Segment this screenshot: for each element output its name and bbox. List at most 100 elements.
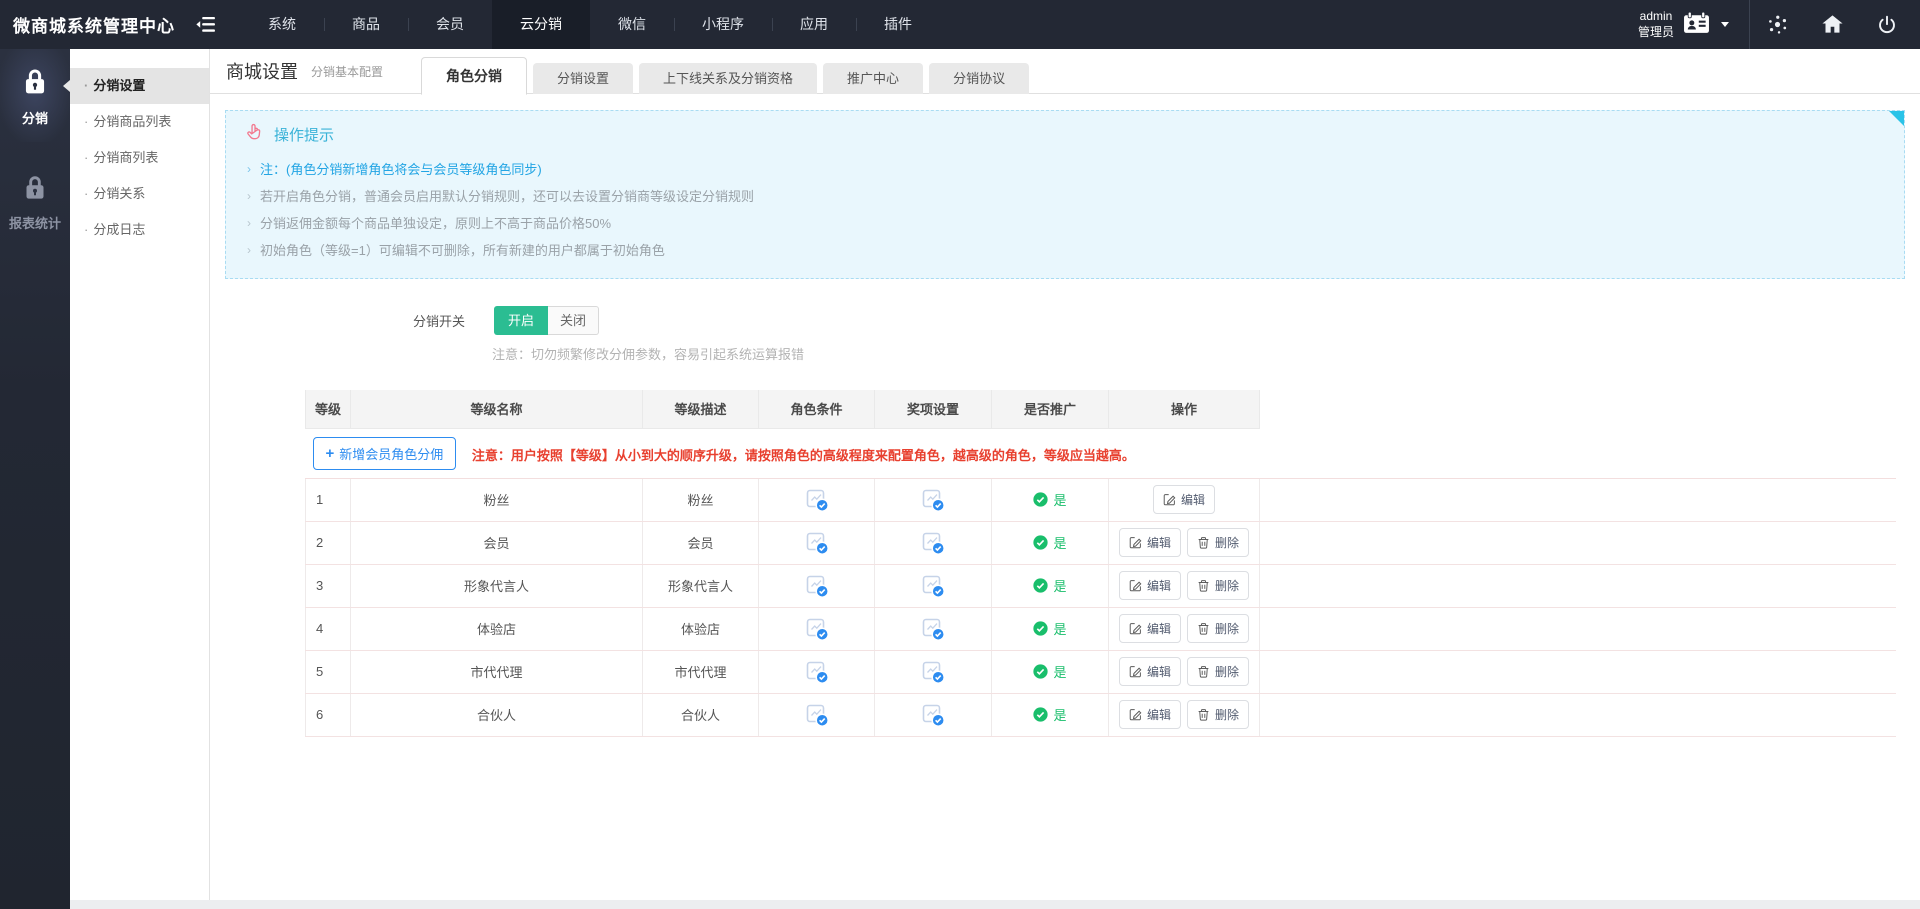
operations-cell: 编辑删除 (1109, 693, 1260, 736)
tip-line: 初始角色（等级=1）可编辑不可删除，所有新建的用户都属于初始角色 (244, 237, 1886, 264)
module-distribution[interactable]: 分销 (0, 49, 70, 142)
home-icon[interactable] (1805, 0, 1860, 49)
tab[interactable]: 角色分销 (421, 57, 527, 95)
doc-check-icon[interactable] (920, 573, 946, 599)
switch-off-button[interactable]: 关闭 (548, 306, 599, 335)
doc-check-icon[interactable] (804, 487, 830, 513)
body-area: 分销 报表统计 ·分销设置·分销商品列表·分销商列表·分销关系·分成日志 商城设… (0, 49, 1920, 909)
operations-cell: 编辑删除 (1109, 607, 1260, 650)
reward-cell (875, 478, 992, 521)
promote-label: 是 (1053, 533, 1066, 552)
topbar-menu-item[interactable]: 小程序 (674, 0, 772, 49)
user-info: admin 管理员 (1638, 9, 1674, 40)
delete-button[interactable]: 删除 (1187, 614, 1249, 643)
name-cell: 市代代理 (351, 650, 643, 693)
sidebar-item[interactable]: ·分销商列表 (70, 140, 209, 176)
delete-button[interactable]: 删除 (1187, 657, 1249, 686)
topbar-menu-item[interactable]: 系统 (240, 0, 324, 49)
module-reports[interactable]: 报表统计 (0, 156, 70, 247)
op-label: 编辑 (1147, 706, 1171, 723)
topbar-menu-item[interactable]: 应用 (772, 0, 856, 49)
delete-button[interactable]: 删除 (1187, 571, 1249, 600)
tab[interactable]: 分销协议 (929, 63, 1029, 94)
tab[interactable]: 分销设置 (533, 63, 633, 94)
filler-cell (1260, 650, 1897, 693)
edit-button[interactable]: 编辑 (1119, 614, 1181, 643)
table-header-filler (1260, 390, 1897, 428)
level-cell: 1 (306, 478, 351, 521)
topbar-menu-item[interactable]: 微信 (590, 0, 674, 49)
name-cell: 会员 (351, 521, 643, 564)
promote-status: 是 (1033, 705, 1066, 724)
name-cell: 合伙人 (351, 693, 643, 736)
user-menu[interactable]: admin 管理员 (1638, 9, 1749, 40)
promote-status: 是 (1033, 576, 1066, 595)
promote-status: 是 (1033, 662, 1066, 681)
topbar-menu-item[interactable]: 会员 (408, 0, 492, 49)
sidebar-item[interactable]: ·分销关系 (70, 176, 209, 212)
module-label: 报表统计 (9, 213, 61, 232)
share-icon[interactable] (1750, 0, 1805, 49)
user-name: admin (1638, 9, 1674, 25)
doc-check-icon[interactable] (920, 702, 946, 728)
promote-cell: 是 (992, 607, 1109, 650)
op-label: 删除 (1215, 577, 1239, 594)
doc-check-icon[interactable] (920, 659, 946, 685)
doc-check-icon[interactable] (920, 487, 946, 513)
promote-label: 是 (1053, 662, 1066, 681)
bullet-icon: · (84, 114, 88, 129)
op-label: 编辑 (1181, 491, 1205, 508)
edit-button[interactable]: 编辑 (1119, 700, 1181, 729)
desc-cell: 形象代言人 (643, 564, 759, 607)
reward-cell (875, 693, 992, 736)
edit-button[interactable]: 编辑 (1119, 571, 1181, 600)
edit-button[interactable]: 编辑 (1119, 528, 1181, 557)
sidebar-item[interactable]: ·分成日志 (70, 212, 209, 248)
sidebar-item[interactable]: ·分销商品列表 (70, 104, 209, 140)
edit-icon (1129, 622, 1142, 635)
menu-collapse-icon[interactable] (195, 16, 216, 33)
doc-check-icon[interactable] (804, 659, 830, 685)
topbar: 微商城系统管理中心 系统商品会员云分销微信小程序应用插件 admin 管理员 (0, 0, 1920, 49)
lock-icon (19, 66, 51, 103)
reward-cell (875, 564, 992, 607)
doc-check-icon[interactable] (804, 702, 830, 728)
user-role: 管理员 (1638, 25, 1674, 41)
tip-line: 分销返佣金额每个商品单独设定，原则上不高于商品价格50% (244, 210, 1886, 237)
doc-check-icon[interactable] (920, 530, 946, 556)
edit-button[interactable]: 编辑 (1153, 485, 1215, 514)
doc-check-icon[interactable] (920, 616, 946, 642)
tab[interactable]: 推广中心 (823, 63, 923, 94)
tab[interactable]: 上下线关系及分销资格 (639, 63, 817, 94)
doc-check-icon[interactable] (804, 616, 830, 642)
tips-box: 操作提示 注：(角色分销新增角色将会与会员等级角色同步)若开启角色分销，普通会员… (225, 110, 1905, 279)
check-circle-icon (1033, 492, 1048, 507)
check-circle-icon (1033, 664, 1048, 679)
edit-icon (1129, 579, 1142, 592)
topbar-right: admin 管理员 (1638, 0, 1920, 49)
condition-cell (759, 521, 875, 564)
hand-icon (244, 122, 265, 147)
tip-line: 若开启角色分销，普通会员启用默认分销规则，还可以去设置分销商等级设定分销规则 (244, 183, 1886, 210)
corner-fold-icon (1889, 111, 1904, 126)
reward-cell (875, 607, 992, 650)
add-role-button[interactable]: +新增会员角色分佣 (313, 437, 457, 470)
delete-button[interactable]: 删除 (1187, 700, 1249, 729)
level-cell: 3 (306, 564, 351, 607)
table-header-cell: 等级描述 (643, 390, 759, 428)
edit-button[interactable]: 编辑 (1119, 657, 1181, 686)
sidebar-item[interactable]: ·分销设置 (70, 68, 209, 104)
delete-icon (1197, 708, 1210, 721)
topbar-menu-item[interactable]: 商品 (324, 0, 408, 49)
condition-cell (759, 607, 875, 650)
doc-check-icon[interactable] (804, 530, 830, 556)
promote-label: 是 (1053, 490, 1066, 509)
promote-status: 是 (1033, 533, 1066, 552)
topbar-menu-item[interactable]: 插件 (856, 0, 940, 49)
power-icon[interactable] (1860, 0, 1920, 49)
topbar-menu-item[interactable]: 云分销 (492, 0, 590, 49)
doc-check-icon[interactable] (804, 573, 830, 599)
switch-on-button[interactable]: 开启 (494, 306, 548, 335)
delete-button[interactable]: 删除 (1187, 528, 1249, 557)
delete-icon (1197, 536, 1210, 549)
